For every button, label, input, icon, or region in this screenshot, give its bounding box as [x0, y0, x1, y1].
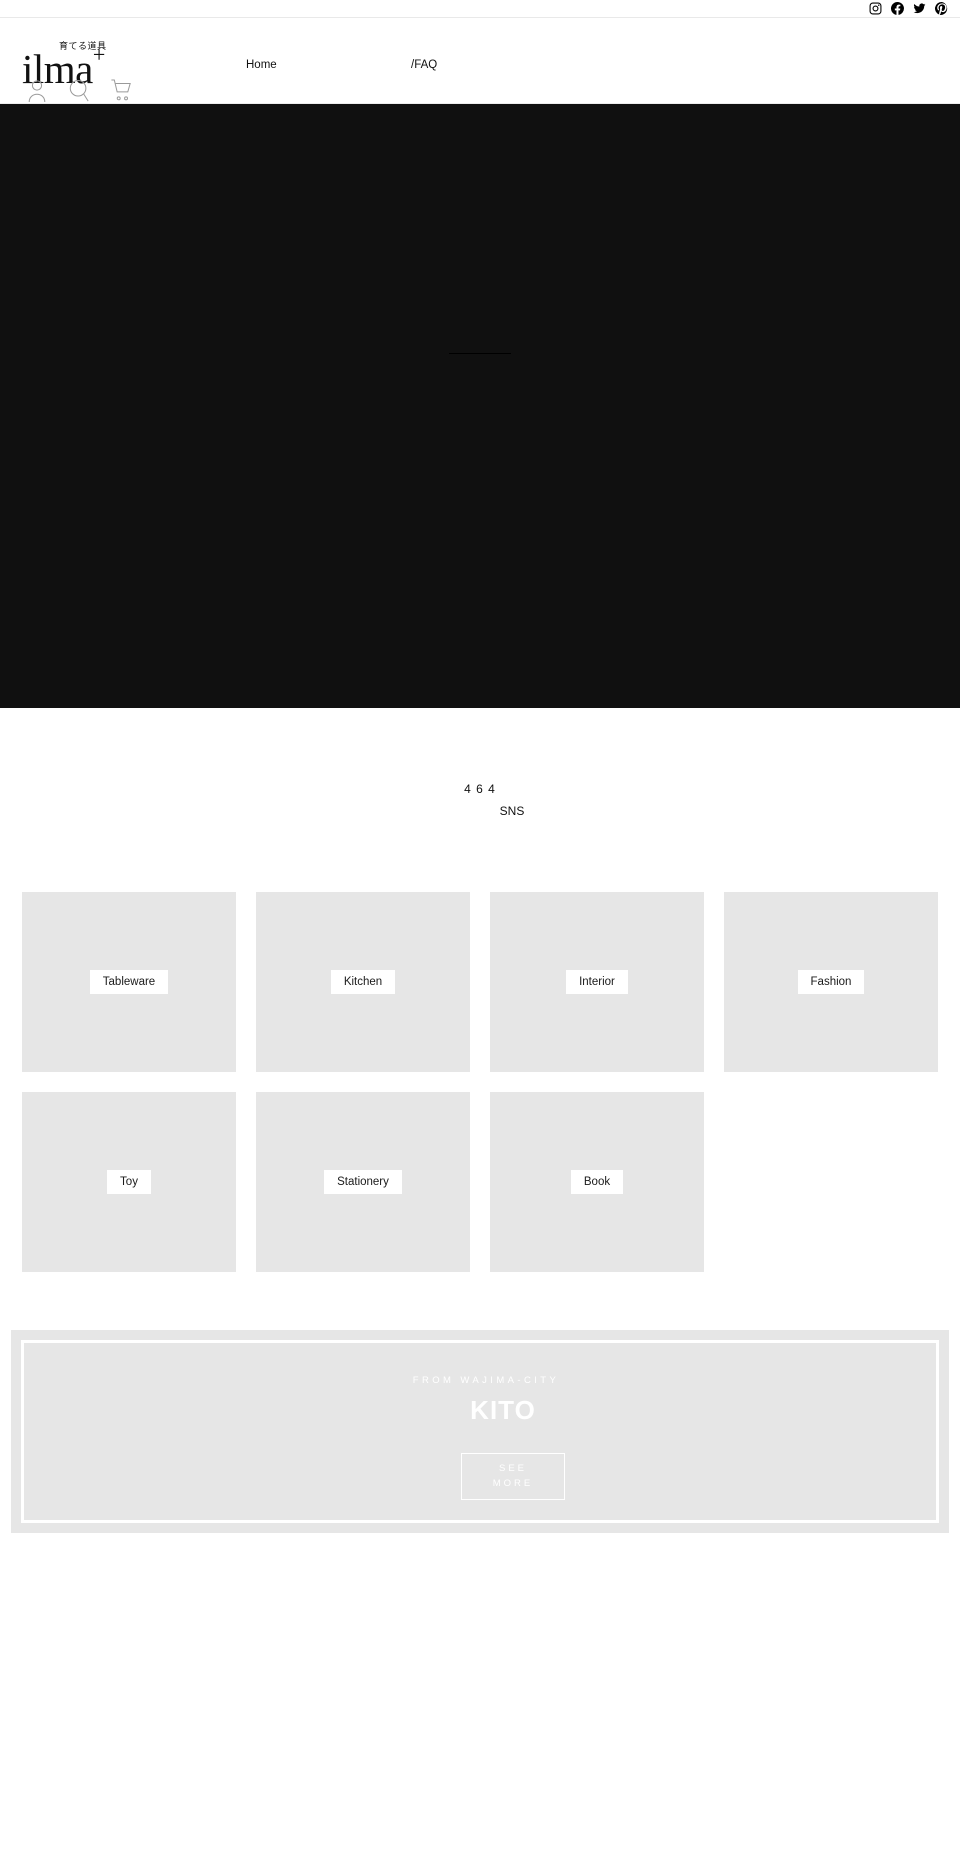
social-links — [869, 2, 948, 15]
see-more-line-2: MORE — [492, 1477, 534, 1489]
promo-inner-frame: FROM WAJIMA-CITY KITO SEE MORE — [21, 1340, 939, 1523]
category-label: Book — [570, 1169, 624, 1195]
search-icon[interactable] — [68, 78, 90, 103]
hero-banner[interactable] — [0, 104, 960, 708]
category-label: Fashion — [797, 969, 865, 995]
header-utility-icons — [26, 78, 132, 103]
category-label: Stationery — [324, 1169, 402, 1195]
category-grid: Tableware Kitchen Interior Fashion Toy S… — [22, 892, 938, 1272]
category-label: Kitchen — [330, 969, 396, 995]
category-tile-kitchen[interactable]: Kitchen — [256, 892, 470, 1072]
account-icon[interactable] — [26, 78, 48, 103]
category-tile-stationery[interactable]: Stationery — [256, 1092, 470, 1272]
twitter-icon[interactable] — [913, 2, 926, 15]
intro-line-2: SNS — [499, 804, 525, 818]
category-tile-interior[interactable]: Interior — [490, 892, 704, 1072]
category-tile-toy[interactable]: Toy — [22, 1092, 236, 1272]
nav-link-home[interactable]: Home — [246, 59, 411, 71]
promo-title: KITO — [470, 1395, 536, 1425]
pinterest-icon[interactable] — [935, 2, 948, 15]
intro-line-1: 4 6 4 — [464, 782, 496, 796]
logo-plus: + — [92, 42, 106, 67]
category-label: Tableware — [89, 969, 169, 995]
nav-link-faq[interactable]: /FAQ — [411, 59, 576, 71]
facebook-icon[interactable] — [891, 2, 904, 15]
see-more-button[interactable]: SEE MORE — [461, 1453, 565, 1500]
promo-banner[interactable]: FROM WAJIMA-CITY KITO SEE MORE — [11, 1330, 949, 1533]
main-navigation: Home /FAQ — [246, 59, 576, 71]
nav-slot-home: Home — [246, 59, 411, 71]
promo-kicker: FROM WAJIMA-CITY — [412, 1375, 560, 1386]
site-header: 育てる道具 ilma+ Home /FAQ — [0, 18, 960, 104]
category-label: Toy — [107, 1169, 151, 1195]
category-tile-tableware[interactable]: Tableware — [22, 892, 236, 1072]
page-bottom-spacer — [0, 1533, 960, 1753]
hero-divider-rule — [449, 353, 511, 354]
category-tile-fashion[interactable]: Fashion — [724, 892, 938, 1072]
category-section: Tableware Kitchen Interior Fashion Toy S… — [0, 892, 960, 1272]
top-utility-bar — [0, 0, 960, 18]
nav-slot-faq: /FAQ — [411, 59, 576, 71]
intro-text-block: 4 6 4 SNS — [0, 708, 960, 892]
category-tile-book[interactable]: Book — [490, 1092, 704, 1272]
instagram-icon[interactable] — [869, 2, 882, 15]
category-label: Interior — [566, 969, 628, 995]
see-more-line-1: SEE — [498, 1462, 527, 1474]
cart-icon[interactable] — [110, 78, 132, 103]
